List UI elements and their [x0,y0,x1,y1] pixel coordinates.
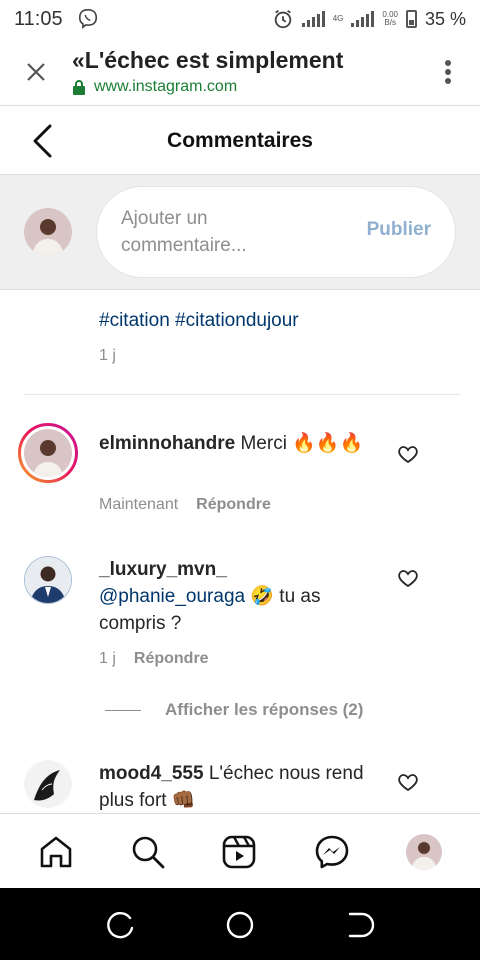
nav-home[interactable] [38,834,74,870]
caption-hashtags[interactable]: #citation #citationdujour [99,310,299,332]
profile-avatar [406,834,442,870]
caption-time: 1 j [99,347,116,364]
close-tab-button[interactable] [0,61,72,83]
reply-button[interactable]: Répondre [196,496,271,514]
comment-meta: Maintenant Répondre [99,496,271,514]
more-vertical-icon [445,59,451,84]
messenger-icon [315,835,349,869]
heart-icon[interactable] [396,442,420,466]
url-bar[interactable]: www.instagram.com [72,78,416,96]
home-button[interactable] [225,910,255,940]
status-icons: 4G 0.00 B/s 35 % [272,8,466,30]
chevron-left-icon [33,124,52,158]
network-type-badge: 4G [332,14,344,23]
browser-menu-button[interactable] [416,59,480,85]
comments-header: Commentaires [0,107,480,175]
comment-input[interactable]: Ajouter un commentaire... Publier [96,186,456,278]
battery-percent: 35 % [424,8,466,29]
lock-icon [73,80,85,95]
comment-mention[interactable]: @phanie_ouraga [99,586,245,607]
heart-icon[interactable] [396,770,420,794]
comment-meta: 1 j Répondre [99,650,209,668]
recents-button[interactable] [105,910,135,940]
nav-search[interactable] [130,834,166,870]
browser-bar: «L'échec est simplement www.instagram.co… [0,38,480,106]
url-text: www.instagram.com [94,78,238,95]
back-nav-button[interactable] [345,910,375,940]
comment-time: 1 j [99,650,116,667]
page-title: «L'échec est simplement [72,47,344,73]
reply-button[interactable]: Répondre [134,650,209,668]
view-replies-label: Afficher les réponses (2) [165,700,364,719]
back-button[interactable] [30,123,54,164]
nav-profile[interactable] [406,834,442,870]
nav-reels[interactable] [221,834,257,870]
avatar[interactable] [24,556,72,604]
bottom-nav [0,813,480,888]
comments-title: Commentaires [167,128,313,152]
viber-icon [78,9,97,30]
alarm-icon [274,9,291,29]
signal-icon [301,11,325,27]
reels-icon [222,835,256,869]
status-bar: 11:05 4G 0.00 B/s 35 % [0,0,480,38]
publish-button[interactable]: Publier [367,219,431,241]
comment-time: Maintenant [99,496,179,513]
comment-username[interactable]: elminnohandre [99,433,235,454]
android-nav-bar [0,888,480,960]
comment-username[interactable]: mood4_555 [99,763,204,784]
view-replies-button[interactable]: Afficher les réponses (2) [105,700,363,720]
divider [24,394,460,395]
signal-icon-2 [351,11,375,27]
close-icon [27,62,45,81]
status-time: 11:05 [14,7,63,30]
heart-icon[interactable] [396,566,420,590]
avatar [24,208,72,256]
avatar[interactable] [18,423,78,483]
nav-messenger[interactable] [314,834,350,870]
comment-compose: Ajouter un commentaire... Publier [0,175,480,290]
net-speed: 0.00 B/s [382,10,398,27]
home-icon [40,836,72,868]
comment-input-placeholder: Ajouter un commentaire... [121,208,247,256]
avatar[interactable] [24,760,72,808]
comment-username[interactable]: _luxury_mvn_ [99,556,364,583]
comment-text: Merci 🔥🔥🔥 [240,433,364,454]
search-icon [132,836,165,869]
battery-icon [405,10,417,28]
view-replies-line [105,709,141,711]
